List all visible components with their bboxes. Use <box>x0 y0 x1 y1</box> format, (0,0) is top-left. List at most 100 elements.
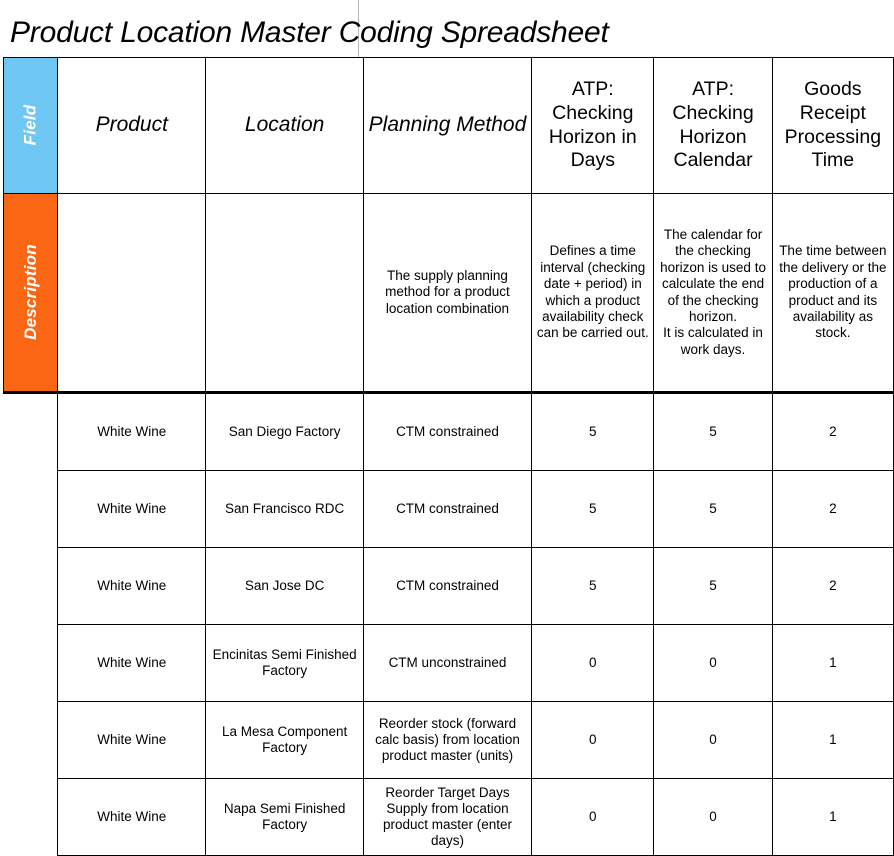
row-label-spacer <box>3 392 59 471</box>
row-label-field-text: Field <box>20 105 40 146</box>
row-label-spacer <box>3 470 59 548</box>
table-row: White Wine San Francisco RDC CTM constrain… <box>3 470 894 548</box>
column-header-atp-checking-horizon-calendar: ATP: Checking Horizon Calendar <box>653 57 773 194</box>
cell-atp-checking-horizon-days: 0 <box>531 778 655 856</box>
cell-planning-method-text: CTM constrained <box>396 500 499 516</box>
cell-atp-checking-horizon-calendar: 0 <box>653 778 773 856</box>
cell-product-text: White Wine <box>97 423 167 439</box>
cell-product: White Wine <box>57 392 207 471</box>
cell-goods-receipt-processing-time-text: 2 <box>829 578 837 594</box>
cell-planning-method: CTM constrained <box>362 392 533 471</box>
column-header-planning-method: Planning Method <box>362 57 533 194</box>
description-location <box>205 193 364 394</box>
cell-location-text: Encinitas Semi Finished Factory <box>212 646 357 678</box>
table-row: White Wine La Mesa Component Factory Reord… <box>3 701 894 779</box>
row-label-field: Field <box>2 57 59 194</box>
master-coding-table: Field Product Location Planning Method A… <box>2 57 894 856</box>
cell-product: White Wine <box>57 547 207 625</box>
cell-location-text: San Francisco RDC <box>224 500 345 516</box>
cell-product: White Wine <box>57 701 207 779</box>
cell-product: White Wine <box>57 470 207 548</box>
cell-goods-receipt-processing-time: 1 <box>771 624 894 702</box>
spreadsheet-sheet: Product Location Master Coding Spreadshe… <box>0 0 894 856</box>
description-atp-checking-horizon-calendar: The calendar for the checking horizon is… <box>653 193 773 394</box>
cell-goods-receipt-processing-time-text: 1 <box>829 809 837 825</box>
cell-product: White Wine <box>57 778 207 856</box>
cell-atp-checking-horizon-days: 5 <box>531 547 655 625</box>
cell-goods-receipt-processing-time: 2 <box>771 392 894 471</box>
row-label-description-text: Description <box>20 244 40 341</box>
cell-atp-checking-horizon-days-text: 0 <box>589 732 597 748</box>
cell-location-text: Napa Semi Finished Factory <box>223 800 346 832</box>
cell-atp-checking-horizon-calendar: 5 <box>653 470 773 548</box>
cell-product-text: White Wine <box>97 577 167 593</box>
cell-goods-receipt-processing-time: 2 <box>771 547 894 625</box>
table-header-row: Field Product Location Planning Method A… <box>2 57 894 194</box>
cell-goods-receipt-processing-time: 1 <box>771 778 894 856</box>
cell-planning-method: Reorder stock (forward calc basis) from … <box>362 701 533 779</box>
cell-atp-checking-horizon-days-text: 5 <box>589 578 597 594</box>
cell-atp-checking-horizon-calendar: 0 <box>653 624 773 702</box>
cell-atp-checking-horizon-days-text: 5 <box>589 424 597 440</box>
cell-atp-checking-horizon-days-text: 0 <box>589 809 597 825</box>
description-planning-method: The supply planning method for a product… <box>362 193 533 394</box>
cell-goods-receipt-processing-time: 1 <box>771 701 894 779</box>
cell-location: Napa Semi Finished Factory <box>205 778 364 856</box>
cell-planning-method: Reorder Target Days Supply from location… <box>362 778 533 856</box>
cell-planning-method-text: CTM constrained <box>396 423 499 439</box>
cell-location: San Francisco RDC <box>205 470 364 548</box>
cell-planning-method-text: CTM unconstrained <box>388 654 507 670</box>
cell-atp-checking-horizon-calendar: 0 <box>653 701 773 779</box>
cell-location: La Mesa Component Factory <box>205 701 364 779</box>
table-row: White Wine Encinitas Semi Finished Factor… <box>3 624 894 702</box>
column-header-product: Product <box>57 57 207 194</box>
cell-atp-checking-horizon-calendar-text: 5 <box>709 578 717 594</box>
cell-goods-receipt-processing-time-text: 1 <box>829 655 837 671</box>
table-row: White Wine Napa Semi Finished Factory Reor… <box>3 778 894 856</box>
cell-location: Encinitas Semi Finished Factory <box>205 624 364 702</box>
cell-location-text: San Diego Factory <box>228 423 341 439</box>
cell-location: San Diego Factory <box>205 392 364 471</box>
cell-atp-checking-horizon-calendar-text: 0 <box>709 655 717 671</box>
cell-product-text: White Wine <box>97 731 167 747</box>
cell-atp-checking-horizon-calendar-text: 0 <box>709 809 717 825</box>
description-product <box>57 193 207 394</box>
row-label-spacer <box>3 778 59 856</box>
cell-product-text: White Wine <box>97 654 167 670</box>
column-header-goods-receipt-processing-time: Goods Receipt Processing Time <box>771 57 894 194</box>
column-header-location: Location <box>205 57 364 194</box>
cell-atp-checking-horizon-days: 5 <box>531 470 655 548</box>
cell-atp-checking-horizon-days-text: 0 <box>589 655 597 671</box>
cell-planning-method: CTM constrained <box>362 470 533 548</box>
cell-atp-checking-horizon-calendar-text: 5 <box>709 424 717 440</box>
row-label-spacer <box>3 624 59 702</box>
description-goods-receipt-processing-time: The time between the delivery or the pro… <box>771 193 894 394</box>
cell-atp-checking-horizon-days: 0 <box>531 701 655 779</box>
cell-atp-checking-horizon-calendar: 5 <box>653 547 773 625</box>
cell-goods-receipt-processing-time-text: 2 <box>829 424 837 440</box>
cell-atp-checking-horizon-days: 0 <box>531 624 655 702</box>
cell-product-text: White Wine <box>97 808 167 824</box>
cell-planning-method: CTM unconstrained <box>362 624 533 702</box>
cell-atp-checking-horizon-calendar: 5 <box>653 392 773 471</box>
cell-location: San Jose DC <box>205 547 364 625</box>
column-header-atp-checking-horizon-days: ATP: Checking Horizon in Days <box>531 57 655 194</box>
cell-goods-receipt-processing-time: 2 <box>771 470 894 548</box>
row-label-spacer <box>3 701 59 779</box>
cell-goods-receipt-processing-time-text: 2 <box>829 501 837 517</box>
row-label-spacer <box>3 547 59 625</box>
cell-product: White Wine <box>57 624 207 702</box>
table-description-row: Description The supply planning method f… <box>2 193 894 394</box>
description-atp-checking-horizon-days: Defines a time interval (checking date +… <box>531 193 655 394</box>
page-title: Product Location Master Coding Spreadshe… <box>10 16 609 49</box>
cell-atp-checking-horizon-days: 5 <box>531 392 655 471</box>
cell-planning-method-text: Reorder stock (forward calc basis) from … <box>375 715 520 764</box>
cell-planning-method: CTM constrained <box>362 547 533 625</box>
table-row: White Wine San Jose DC CTM constrained 5 5 2 <box>3 547 894 625</box>
cell-atp-checking-horizon-calendar-text: 0 <box>709 732 717 748</box>
cell-location-text: San Jose DC <box>244 577 325 593</box>
table-row: White Wine San Diego Factory CTM constrain… <box>3 392 894 471</box>
cell-atp-checking-horizon-days-text: 5 <box>589 501 597 517</box>
cell-product-text: White Wine <box>97 500 167 516</box>
cell-location-text: La Mesa Component Factory <box>221 723 348 755</box>
